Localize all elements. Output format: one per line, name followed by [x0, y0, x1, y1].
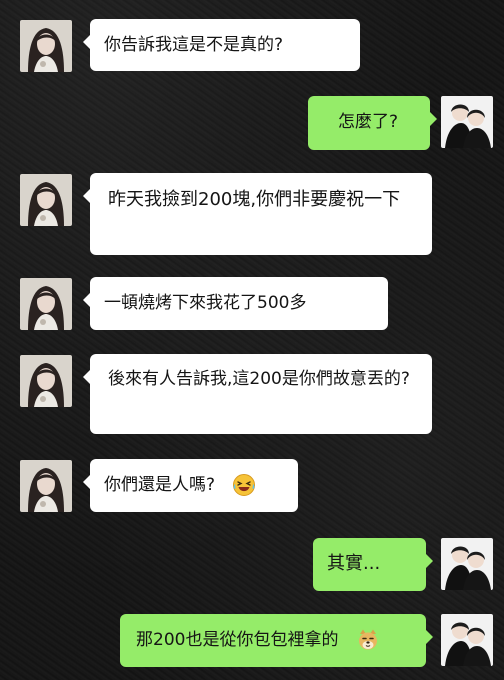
- message-text: 一頓燒烤下來我花了500多: [104, 293, 307, 313]
- avatar[interactable]: [441, 96, 493, 148]
- message-bubble[interactable]: 其實...: [313, 538, 433, 591]
- avatar[interactable]: [20, 174, 72, 226]
- message-bubble[interactable]: 你們還是人嗎?: [83, 459, 298, 512]
- message-bubble[interactable]: 那200也是從你包包裡拿的: [120, 614, 433, 667]
- message-text: 其實...: [327, 553, 381, 574]
- message-text: 後來有人告訴我,這200是你們故意丟的?: [108, 369, 410, 389]
- avatar[interactable]: [20, 278, 72, 330]
- doge-emoji-icon: [356, 628, 380, 652]
- avatar[interactable]: [20, 355, 72, 407]
- message-bubble[interactable]: 昨天我撿到200塊,你們非要慶祝一下: [83, 173, 432, 255]
- avatar[interactable]: [441, 614, 493, 666]
- avatar[interactable]: [20, 460, 72, 512]
- message-text: 那200也是從你包包裡拿的: [136, 630, 339, 650]
- chat-thread: 你告訴我這是不是真的? 怎麼了? 昨天我撿到200塊,你們非要慶祝一下 一頓燒烤…: [0, 0, 504, 680]
- message-bubble[interactable]: 你告訴我這是不是真的?: [83, 19, 360, 71]
- avatar[interactable]: [20, 20, 72, 72]
- message-bubble[interactable]: 怎麼了?: [308, 96, 437, 150]
- message-text: 你告訴我這是不是真的?: [104, 35, 284, 55]
- message-text: 怎麼了?: [338, 112, 399, 132]
- message-bubble[interactable]: 一頓燒烤下來我花了500多: [83, 277, 388, 330]
- message-text: 昨天我撿到200塊,你們非要慶祝一下: [108, 189, 401, 210]
- message-bubble[interactable]: 後來有人告訴我,這200是你們故意丟的?: [83, 354, 432, 434]
- avatar[interactable]: [441, 538, 493, 590]
- message-text: 你們還是人嗎?: [104, 475, 216, 495]
- laughing-tears-emoji-icon: [232, 473, 256, 497]
